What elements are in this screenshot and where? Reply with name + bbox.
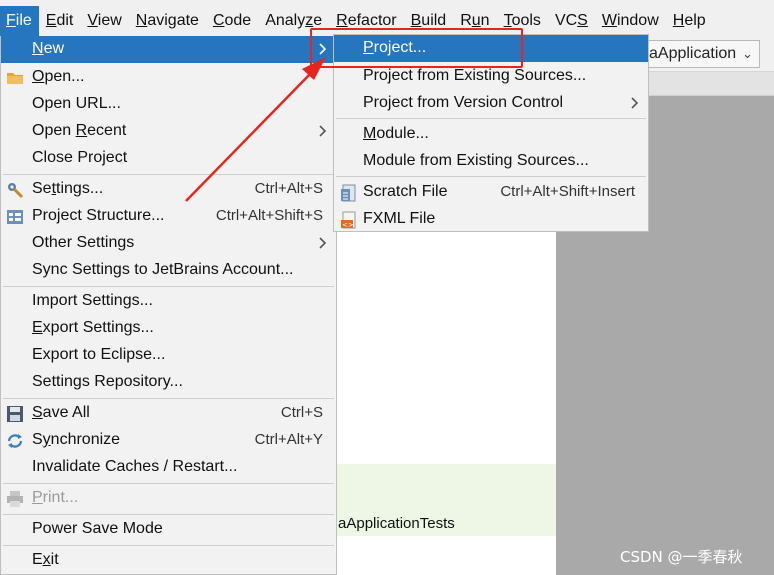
file-menu-item-invalidate-caches-restart[interactable]: Invalidate Caches / Restart...	[1, 454, 336, 481]
file-menu-item-synchronize[interactable]: Synchronize Ctrl+Alt+Y	[1, 427, 336, 454]
menu-item-shortcut: Ctrl+Alt+Y	[254, 431, 323, 448]
folder-icon	[6, 69, 24, 87]
file-menu-item-open-url[interactable]: Open URL...	[1, 91, 336, 118]
file-menu-item-exit[interactable]: Exit	[1, 547, 336, 574]
menubar-item-file[interactable]: File	[0, 6, 39, 36]
file-menu-item-export-settings[interactable]: Export Settings...	[1, 315, 336, 342]
new-submenu-item-module-from-existing-sources[interactable]: Module from Existing Sources...	[334, 148, 648, 175]
file-menu-item-open-recent[interactable]: Open Recent	[1, 118, 336, 145]
file-menu-item-new[interactable]: New	[1, 36, 336, 63]
file-menu-item-export-to-eclipse[interactable]: Export to Eclipse...	[1, 342, 336, 369]
file-menu-item-sync-settings-to-jetbrains-account[interactable]: Sync Settings to JetBrains Account...	[1, 257, 336, 284]
project-structure-icon	[6, 208, 24, 226]
file-menu: New Open... Open URL... Open Recent Close Pr…	[0, 36, 337, 575]
menu-item-label: FXML File	[363, 210, 436, 227]
printer-icon	[6, 490, 24, 508]
menu-item-label: Open URL...	[32, 95, 121, 112]
menu-item-label: Project from Version Control	[363, 94, 564, 111]
menu-separator	[3, 514, 334, 515]
menu-item-label: Close Project	[32, 149, 128, 166]
menu-item-label: Sync Settings to JetBrains Account...	[32, 261, 294, 278]
scratch-file-icon	[340, 184, 358, 202]
menu-separator	[3, 286, 334, 287]
menu-item-label: Save All	[32, 404, 90, 421]
menu-item-label: Other Settings	[32, 234, 135, 251]
file-menu-item-power-save-mode[interactable]: Power Save Mode	[1, 516, 336, 543]
menu-item-label: New	[32, 40, 65, 57]
menu-item-label: Exit	[32, 551, 59, 568]
menu-item-label: Settings Repository...	[32, 373, 183, 390]
menu-item-label: Import Settings...	[32, 292, 153, 309]
file-menu-item-print[interactable]: Print...	[1, 485, 336, 512]
chevron-right-icon	[630, 95, 640, 111]
menu-item-label: Open...	[32, 68, 85, 85]
sync-icon	[6, 432, 24, 450]
new-submenu-item-fxml-file[interactable]: <> FXML File	[334, 206, 648, 233]
annotation-highlight-box	[310, 28, 523, 68]
menu-item-label: Project Structure...	[32, 207, 165, 224]
file-menu-item-close-project[interactable]: Close Project	[1, 145, 336, 172]
menu-separator	[336, 118, 646, 119]
new-submenu-item-project-from-version-control[interactable]: Project from Version Control	[334, 90, 648, 117]
menubar-item-code[interactable]: Code	[206, 6, 258, 36]
svg-text:<>: <>	[342, 221, 354, 229]
chevron-down-icon: ⌄	[742, 46, 753, 61]
project-tree-item-tests[interactable]: aApplicationTests	[338, 515, 455, 532]
menubar-item-vcs[interactable]: VCS	[548, 6, 595, 36]
file-menu-item-import-settings[interactable]: Import Settings...	[1, 288, 336, 315]
menu-item-shortcut: Ctrl+S	[280, 404, 323, 421]
run-configuration-label: aApplication	[649, 45, 737, 62]
new-submenu-item-scratch-file[interactable]: Scratch File Ctrl+Alt+Shift+Insert	[334, 179, 648, 206]
chevron-right-icon	[318, 235, 328, 251]
menubar-item-navigate[interactable]: Navigate	[129, 6, 206, 36]
chevron-right-icon	[318, 123, 328, 139]
menu-item-label: Module from Existing Sources...	[363, 152, 589, 169]
file-menu-item-settings-repository[interactable]: Settings Repository...	[1, 369, 336, 396]
menu-item-label: Invalidate Caches / Restart...	[32, 458, 238, 475]
file-menu-item-settings[interactable]: Settings... Ctrl+Alt+S	[1, 176, 336, 203]
menu-item-label: Export to Eclipse...	[32, 346, 166, 363]
menubar-item-help[interactable]: Help	[666, 6, 713, 36]
watermark: CSDN @一季春秋	[620, 548, 743, 566]
menu-item-label: Project from Existing Sources...	[363, 67, 587, 84]
run-configuration-select[interactable]: aApplication ⌄	[642, 40, 760, 68]
new-submenu-item-module[interactable]: Module...	[334, 121, 648, 148]
menubar-item-view[interactable]: View	[80, 6, 128, 36]
menu-item-shortcut: Ctrl+Alt+S	[254, 180, 323, 197]
menu-separator	[3, 174, 334, 175]
menu-item-label: Settings...	[32, 180, 104, 197]
fxml-file-icon: <>	[340, 211, 358, 229]
menu-item-label: Module...	[363, 125, 429, 142]
menu-item-label: Scratch File	[363, 183, 448, 200]
menu-item-label: Synchronize	[32, 431, 121, 448]
save-icon	[6, 405, 24, 423]
menu-item-shortcut: Ctrl+Alt+Shift+S	[215, 207, 323, 224]
menu-item-label: Print...	[32, 489, 79, 506]
menubar-item-edit[interactable]: Edit	[39, 6, 81, 36]
menu-separator	[3, 545, 334, 546]
file-menu-item-project-structure[interactable]: Project Structure... Ctrl+Alt+Shift+S	[1, 203, 336, 230]
menubar-item-window[interactable]: Window	[595, 6, 666, 36]
file-menu-item-open[interactable]: Open...	[1, 64, 336, 91]
menu-separator	[336, 176, 646, 177]
file-menu-item-save-all[interactable]: Save All Ctrl+S	[1, 400, 336, 427]
menu-item-label: Export Settings...	[32, 319, 154, 336]
menu-item-label: Power Save Mode	[32, 520, 163, 537]
menu-item-shortcut: Ctrl+Alt+Shift+Insert	[500, 183, 635, 200]
menu-separator	[3, 483, 334, 484]
menu-separator	[3, 398, 334, 399]
menu-item-label: Open Recent	[32, 122, 127, 139]
wrench-icon	[6, 181, 24, 199]
file-menu-item-other-settings[interactable]: Other Settings	[1, 230, 336, 257]
